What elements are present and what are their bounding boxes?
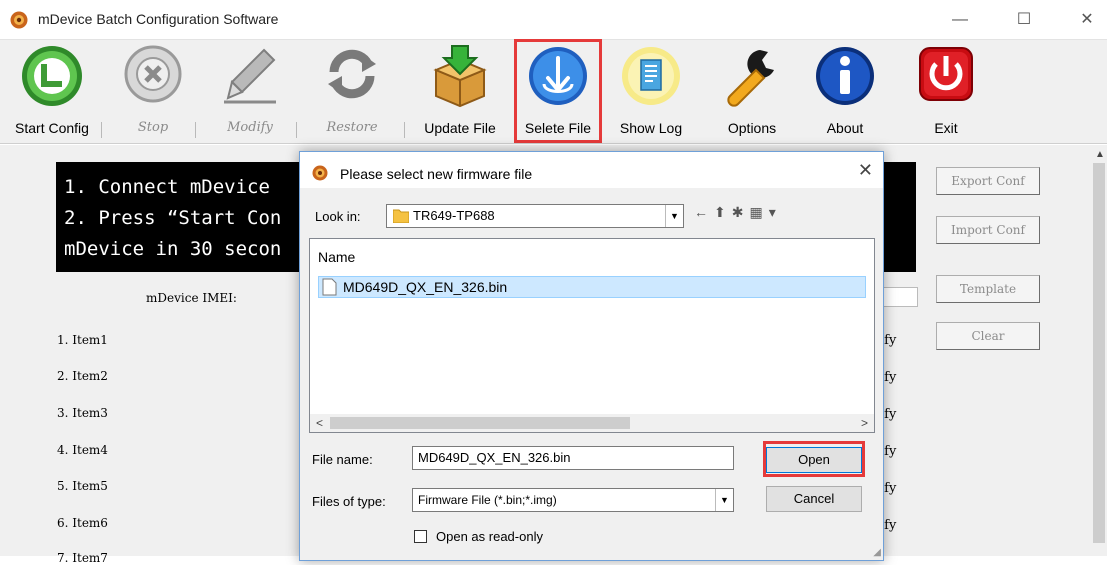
exit-label: Exit [934,120,958,136]
resize-grip-icon[interactable]: ◢ [873,547,881,558]
folder-icon [393,209,409,223]
file-dialog: Please select new firmware file ✕ Look i… [299,151,884,561]
file-name-text: MD649D_QX_EN_326.bin [343,279,508,295]
stop-label: Stop [137,120,169,135]
dialog-app-icon [312,165,328,181]
dialog-title: Please select new firmware file [340,166,533,182]
info-icon [816,47,874,105]
title-bar: mDevice Batch Configuration Software — ☐… [0,0,1107,40]
about-label: About [826,120,864,136]
read-only-label: Open as read-only [436,529,543,544]
select-file-highlight [514,39,602,143]
scroll-thumb[interactable] [1093,163,1105,543]
scroll-left-icon[interactable]: < [316,416,323,430]
cancel-button[interactable]: Cancel [766,486,862,512]
file-name-label: File name: [312,452,373,467]
dialog-close-icon[interactable]: ✕ [858,160,873,181]
up-folder-icon[interactable]: ⬆ [714,204,732,220]
modify-button[interactable]: Modify [211,44,289,140]
start-config-label: Start Config [15,120,89,136]
item-label: 6. Item6 [57,516,108,530]
modify-label: Modify [227,120,273,135]
item-label: 2. Item2 [57,369,108,383]
package-icon [433,45,487,108]
open-button-highlight [763,441,865,477]
file-list-item[interactable]: MD649D_QX_EN_326.bin [318,276,866,298]
show-log-button[interactable]: Show Log [610,44,692,140]
close-window-button[interactable]: ✕ [1067,6,1107,34]
clear-button[interactable]: Clear [936,322,1040,350]
dialog-title-bar: Please select new firmware file ✕ [300,152,883,188]
scroll-up-icon[interactable]: ▲ [1095,149,1105,160]
look-in-dropdown[interactable]: TR649-TP688 ▼ [386,204,684,228]
look-in-label: Look in: [315,209,361,224]
files-of-type-dropdown[interactable]: Firmware File (*.bin;*.img) ▼ [412,488,734,512]
exit-icon [919,47,973,101]
scroll-right-icon[interactable]: > [861,416,868,430]
item-label: 7. Item7 [57,551,108,565]
show-log-label: Show Log [619,120,683,136]
restore-button[interactable]: Restore [314,44,390,140]
imei-label: mDevice IMEI: [146,291,237,305]
file-icon [322,278,337,296]
column-header-name[interactable]: Name [318,249,355,265]
window-title: mDevice Batch Configuration Software [38,11,279,27]
item-label: 5. Item5 [57,479,108,493]
exit-button[interactable]: Exit [906,44,986,140]
template-button[interactable]: Template [936,275,1040,303]
view-menu-icon[interactable]: ▦▾ [749,204,781,220]
navigation-toolbar: ←⬆✱▦▾ [694,204,782,228]
log-icon [622,47,680,105]
files-of-type-label: Files of type: [312,494,386,509]
file-list: Name MD649D_QX_EN_326.bin < > [309,238,875,433]
item-label: 4. Item4 [57,443,108,457]
wrench-icon [727,50,774,107]
about-button[interactable]: About [808,44,882,140]
update-file-button[interactable]: Update File [412,44,508,140]
horizontal-scrollbar[interactable]: < > [310,414,874,432]
new-folder-icon[interactable]: ✱ [732,204,750,220]
item-label: 3. Item3 [57,406,108,420]
export-conf-button[interactable]: Export Conf [936,167,1040,195]
pencil-icon [224,48,276,104]
item-label: 1. Item1 [57,333,108,347]
back-icon[interactable]: ← [694,204,714,220]
chevron-down-icon[interactable]: ▼ [665,205,683,227]
stop-button[interactable]: Stop [118,44,188,140]
import-conf-button[interactable]: Import Conf [936,216,1040,244]
horizontal-scroll-thumb[interactable] [330,417,630,429]
options-label: Options [727,120,777,136]
vertical-scrollbar[interactable]: ▲ [1091,145,1107,556]
start-icon [22,46,82,106]
maximize-button[interactable]: ☐ [1004,6,1044,34]
options-button[interactable]: Options [712,44,792,140]
app-icon [10,11,28,29]
restore-label: Restore [326,120,378,135]
start-config-button[interactable]: Start Config [12,44,92,140]
files-of-type-value: Firmware File (*.bin;*.img) [418,493,557,507]
look-in-value: TR649-TP688 [413,208,495,223]
restore-icon [328,49,376,99]
minimize-button[interactable]: — [940,6,980,34]
update-file-label: Update File [424,120,496,136]
read-only-checkbox[interactable] [414,530,427,543]
file-name-input[interactable]: MD649D_QX_EN_326.bin [412,446,734,470]
chevron-down-icon[interactable]: ▼ [715,489,733,511]
stop-icon [124,45,182,103]
